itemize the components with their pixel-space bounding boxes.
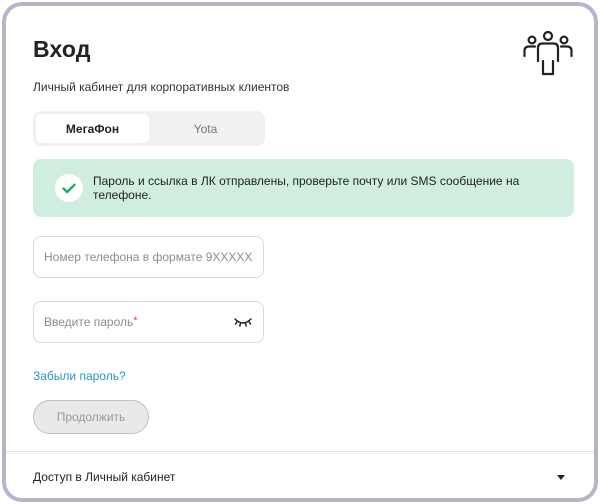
notice-text: Пароль и ссылка в ЛК отправлены, проверь… — [93, 174, 520, 202]
tab-megafon[interactable]: МегаФон — [36, 114, 149, 143]
password-field[interactable]: Введите пароль* — [33, 301, 264, 343]
forgot-password-link[interactable]: Забыли пароль? — [33, 369, 126, 383]
access-accordion[interactable]: Доступ в Личный кабинет — [6, 452, 594, 498]
people-group-icon — [523, 30, 573, 76]
tab-yota[interactable]: Yota — [149, 114, 262, 143]
caret-down-icon — [557, 475, 565, 480]
accordion-label: Доступ в Личный кабинет — [33, 470, 176, 484]
continue-button[interactable]: Продолжить — [33, 400, 149, 434]
phone-input[interactable] — [44, 250, 253, 264]
success-notice: Пароль и ссылка в ЛК отправлены, проверь… — [33, 159, 574, 217]
login-card: Вход Личный кабинет для корпоративных кл… — [2, 2, 598, 502]
password-placeholder: Введите пароль* — [44, 315, 233, 329]
page-title: Вход — [33, 36, 91, 62]
subtitle: Личный кабинет для корпоративных клиенто… — [33, 80, 290, 94]
phone-field[interactable] — [33, 236, 264, 278]
eye-closed-icon[interactable] — [233, 316, 253, 328]
operator-tabs: МегаФон Yota — [33, 111, 265, 146]
password-placeholder-text: Введите пароль — [44, 315, 134, 329]
check-icon — [55, 174, 83, 202]
required-mark: * — [133, 315, 138, 327]
